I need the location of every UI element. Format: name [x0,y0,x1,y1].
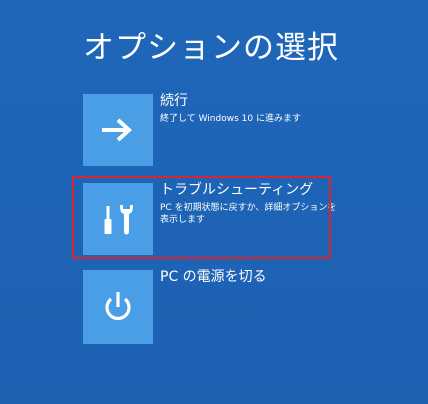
troubleshoot-tile[interactable] [83,183,153,255]
option-label: PC の電源を切る [160,269,267,285]
option-label: トラブルシューティング [160,182,314,198]
option-troubleshoot[interactable]: トラブルシューティング PC を初期状態に戻すか、詳細オプションを表示します [83,182,336,257]
arrow-right-icon [102,118,132,142]
option-power-off[interactable]: PC の電源を切る [83,269,335,344]
option-continue[interactable]: 続行 終了して Windows 10 に進みます [83,93,335,168]
power-text: PC の電源を切る [160,268,340,286]
continue-text: 続行 終了して Windows 10 に進みます [160,92,340,125]
troubleshoot-text: トラブルシューティング PC を初期状態に戻すか、詳細オプションを表示します [160,181,340,226]
option-description: 終了して Windows 10 に進みます [160,114,301,124]
page-title: オプションの選択 [83,30,339,66]
power-icon [105,292,131,321]
screwdriver-wrench-icon [104,205,133,235]
power-tile[interactable] [83,270,153,344]
option-description: PC を初期状態に戻すか、詳細オプションを表示します [160,203,337,225]
continue-tile[interactable] [83,94,153,166]
recovery-screen: オプションの選択 続行 終了して Windows 10 に進みます トラブルシュ… [0,0,428,404]
option-label: 続行 [160,93,188,109]
